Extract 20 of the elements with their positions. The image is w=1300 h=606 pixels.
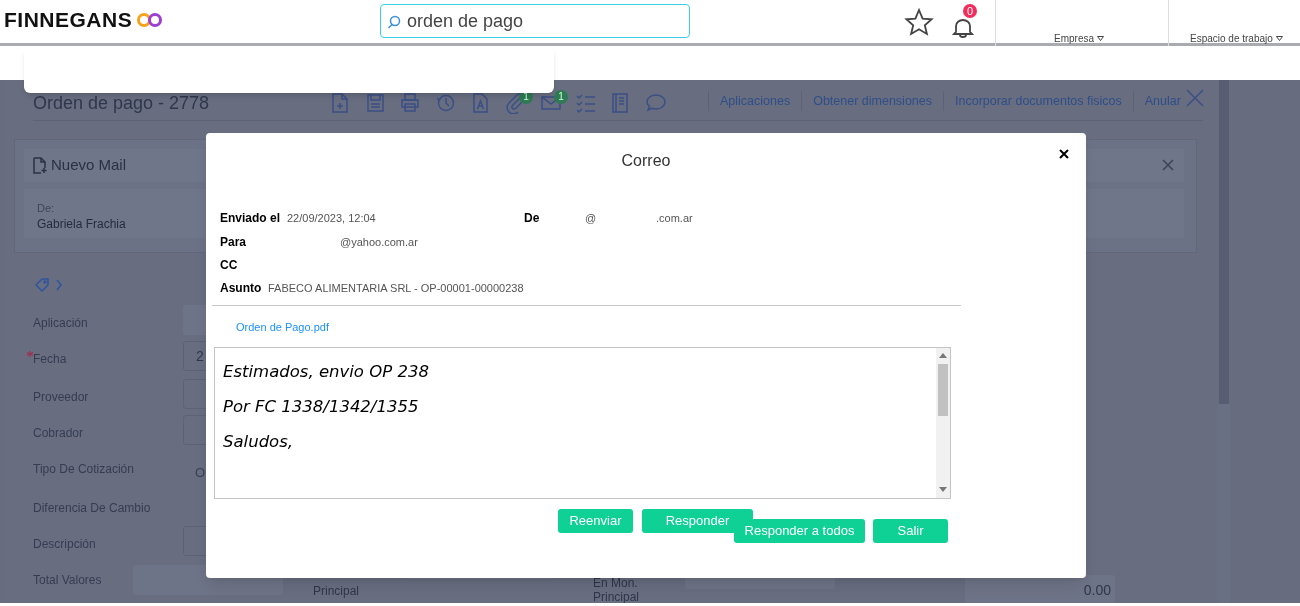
document-title: Orden de pago - 2778 <box>33 92 210 115</box>
message-line: Estimados, envio OP 238 <box>223 361 429 383</box>
field-label: CC <box>220 257 238 274</box>
logo-text: FINNEGANS <box>4 9 133 30</box>
field-value: 22/09/2023, 12:04 <box>287 211 376 226</box>
field-value: FABECO ALIMENTARIA SRL - OP-00001-00000238 <box>268 281 524 296</box>
field-label: De <box>524 210 540 227</box>
message-line: Por FC 1338/1342/1355 <box>223 396 420 418</box>
field-value: Gabriela Frachia <box>37 216 126 233</box>
field-value: @yahoo.com.ar <box>340 235 418 250</box>
field-value: @ <box>585 211 597 226</box>
dialog-title: Correo <box>620 151 672 171</box>
field-label: Enviado el <box>220 210 281 227</box>
field-label: Principal <box>313 584 361 598</box>
message-line: Saludos, <box>223 431 295 453</box>
panel-title: Nuevo Mail <box>51 155 127 176</box>
field-label: Asunto <box>220 280 262 297</box>
field-value: .com.ar <box>656 211 693 226</box>
field-label: Para <box>220 234 247 251</box>
notification-badge: 0 <box>963 4 977 18</box>
